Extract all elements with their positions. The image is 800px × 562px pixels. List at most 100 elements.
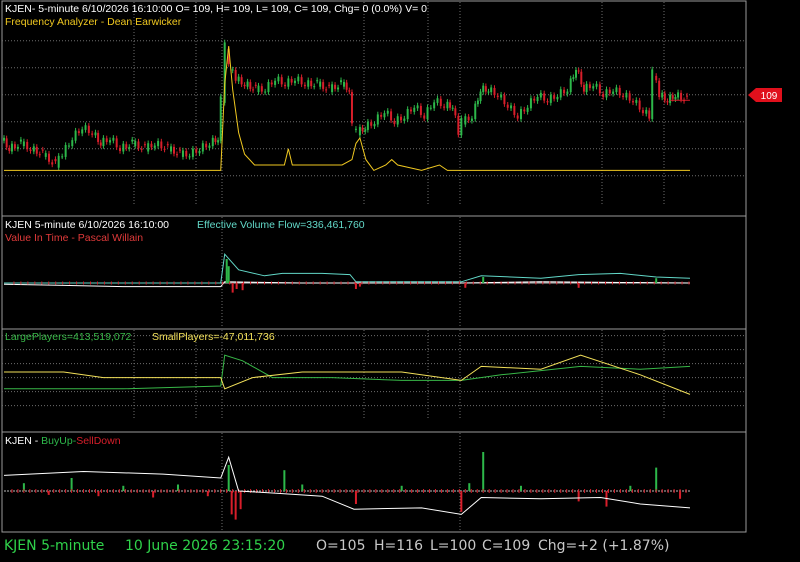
candle-body [257,85,260,93]
candle-body [457,115,460,135]
candle-body [13,144,16,149]
candle-body [543,93,546,101]
candle-body [612,91,615,94]
candle-body [112,137,115,141]
large-players-label: LargePlayers=413,519,072 [5,331,132,343]
selldown-label: SellDown [76,435,121,447]
status-symbol: KJEN 5-minute [4,538,105,554]
candle-body [173,146,176,154]
candle-body [284,84,287,87]
candle-body [423,115,426,119]
candle-body [622,95,625,97]
candle-body [217,140,220,143]
value-in-time-label: Value In Time - Pascal Willain [5,232,143,244]
candle-body [523,109,526,112]
volume-flow-bar [227,266,230,283]
volume-flow-bar [482,277,485,283]
candle-body [449,102,452,108]
candle-body [516,115,519,119]
status-close: C=109 [482,538,531,554]
buyup-selldown-bar [122,485,125,491]
candle-body [373,123,376,127]
candle-body [661,92,664,98]
candle-body [370,122,373,126]
candle-body [618,87,621,96]
candle-body [658,80,661,97]
candle-body [237,76,240,82]
candle-body [464,116,467,125]
candle-body [513,105,516,115]
candle-body [125,144,128,149]
candle-body [38,154,41,156]
candle-body [648,110,651,119]
buyup-selldown-bar [152,491,155,498]
candle-body [214,138,217,142]
buyup-selldown-label: KJEN - BuyUp-SellDown [5,435,121,447]
candle-body [178,149,181,151]
candle-body [651,69,654,120]
candle-body [625,92,628,98]
candle-body [54,159,57,162]
candle-body [44,153,47,157]
candle-body [358,127,361,136]
candle-body [641,110,644,114]
candle-body [122,143,125,152]
buyup-selldown-bar [227,465,230,491]
candle-body [166,144,169,146]
candle-body [364,129,367,132]
candle-body [319,81,322,87]
buyup-symbol: KJEN - [5,435,41,447]
candle-body [277,76,280,82]
candle-body [354,128,357,130]
candle-body [8,147,11,151]
candle-body [234,69,237,81]
candle-body [403,118,406,121]
candle-body [409,109,412,112]
buyup-selldown-bar [239,491,242,510]
buyup-selldown-bar [655,467,658,491]
candle-body [655,75,658,81]
candle-body [87,125,90,133]
candle-body [105,138,108,142]
candle-body [680,92,683,100]
candle-body [325,89,328,91]
candle-body [153,145,156,148]
candle-body [669,94,672,103]
candle-body [191,148,194,157]
candle-body [580,71,583,85]
buyup-selldown-bar [283,470,286,491]
candle-body [97,132,100,142]
candle-body [322,82,325,89]
candle-body [67,145,70,147]
candle-body [134,140,137,147]
candle-body [307,80,310,87]
status-change: Chg=+2 (+1.87%) [538,538,670,554]
candle-body [490,87,493,93]
candle-body [433,102,436,109]
volume-flow-bar [231,283,234,293]
candle-body [41,149,44,151]
candle-body [493,87,496,96]
candle-body [671,95,674,99]
candle-body [393,120,396,124]
candle-body [361,127,364,132]
candle-body [337,87,340,90]
candle-body [533,98,536,101]
buyup-selldown-bar [301,484,304,491]
chart-window: KJEN- 5-minute 6/10/2026 16:10:00 O= 109… [0,0,800,562]
candle-body [260,86,263,92]
candle-body [500,94,503,98]
candle-body [3,137,5,141]
candle-body [526,107,529,112]
candle-body [592,86,595,89]
candle-body [582,84,585,92]
candle-body [510,105,513,109]
candle-body [118,147,121,151]
candle-body [413,107,416,112]
candle-body [128,146,131,149]
candle-body [577,70,580,72]
candle-body [686,95,689,97]
status-high: H=116 [374,538,423,554]
candle-body [390,111,393,121]
candle-body [345,82,348,90]
